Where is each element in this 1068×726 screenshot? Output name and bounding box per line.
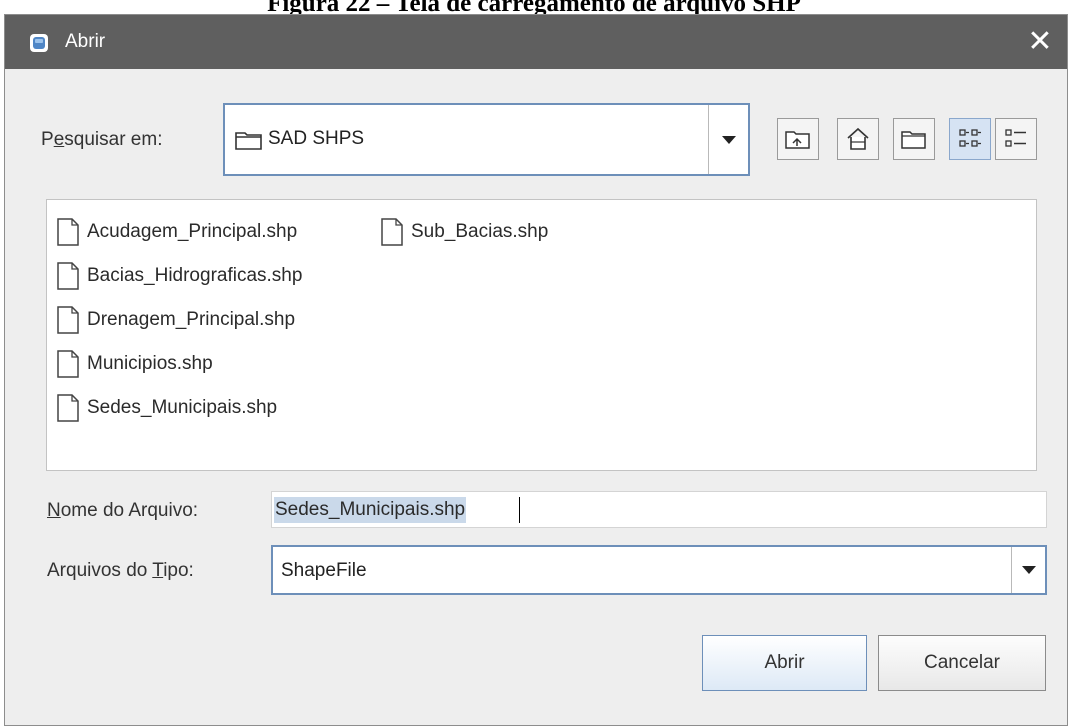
filetype-combo[interactable]: ShapeFile — [271, 545, 1047, 595]
file-item[interactable]: Municipios.shp — [57, 349, 213, 379]
filetype-label: Arquivos do Tipo: — [47, 560, 194, 581]
cancel-button-label: Cancelar — [923, 652, 1001, 673]
close-icon[interactable]: ✕ — [1027, 27, 1052, 57]
chevron-down-icon — [1021, 566, 1036, 574]
home-button[interactable] — [837, 118, 879, 160]
file-icon — [57, 350, 79, 378]
lookin-dropdown-button[interactable] — [708, 105, 748, 174]
java-app-icon — [30, 34, 48, 52]
file-item[interactable]: Sedes_Municipais.shp — [57, 393, 277, 423]
file-icon — [57, 218, 79, 246]
lookin-value: SAD SHPS — [268, 128, 365, 149]
open-file-dialog: Abrir ✕ Pesquisar em: SAD SHPS Acudagem_… — [4, 14, 1068, 726]
details-view-button[interactable] — [995, 118, 1037, 160]
filename-label: Nome do Arquivo: — [47, 500, 199, 521]
window-title: Abrir — [65, 31, 106, 52]
folder-icon — [235, 132, 262, 150]
close-button[interactable]: ✕ — [1013, 15, 1067, 69]
lookin-combo[interactable]: SAD SHPS — [223, 103, 750, 176]
up-one-level-button[interactable] — [777, 118, 819, 160]
file-icon — [57, 306, 79, 334]
file-item[interactable]: Bacias_Hidrograficas.shp — [57, 261, 302, 291]
file-name: Sub_Bacias.shp — [411, 221, 549, 242]
file-name: Drenagem_Principal.shp — [87, 309, 296, 330]
new-folder-icon — [901, 131, 926, 149]
up-one-level-icon — [785, 131, 810, 149]
file-name: Acudagem_Principal.shp — [87, 221, 298, 242]
filetype-dropdown-button[interactable] — [1011, 547, 1045, 593]
filetype-value: ShapeFile — [281, 560, 367, 581]
file-icon — [57, 262, 79, 290]
open-button[interactable]: Abrir — [702, 635, 867, 691]
list-view-icon — [959, 129, 981, 147]
file-item[interactable]: Drenagem_Principal.shp — [57, 305, 295, 335]
lookin-label: Pesquisar em: — [41, 129, 163, 150]
new-folder-button[interactable] — [893, 118, 935, 160]
details-view-icon — [1005, 129, 1026, 147]
filename-value[interactable]: Sedes_Municipais.shp — [274, 497, 467, 523]
file-name: Sedes_Municipais.shp — [87, 397, 278, 418]
file-list[interactable]: Acudagem_Principal.shp Sub_Bacias.shp Ba… — [46, 199, 1037, 471]
text-caret — [519, 497, 520, 523]
title-bar: Abrir ✕ — [5, 15, 1067, 69]
file-item[interactable]: Sub_Bacias.shp — [381, 217, 548, 247]
chevron-down-icon — [721, 135, 736, 144]
open-button-label: Abrir — [764, 652, 805, 673]
file-item[interactable]: Acudagem_Principal.shp — [57, 217, 297, 247]
filename-input[interactable]: Sedes_Municipais.shp — [271, 491, 1047, 528]
home-icon — [847, 127, 869, 150]
file-icon — [57, 394, 79, 422]
file-name: Municipios.shp — [87, 353, 213, 374]
file-icon — [381, 218, 403, 246]
file-name: Bacias_Hidrograficas.shp — [87, 265, 303, 286]
list-view-button[interactable] — [949, 118, 991, 160]
cancel-button[interactable]: Cancelar — [878, 635, 1046, 691]
